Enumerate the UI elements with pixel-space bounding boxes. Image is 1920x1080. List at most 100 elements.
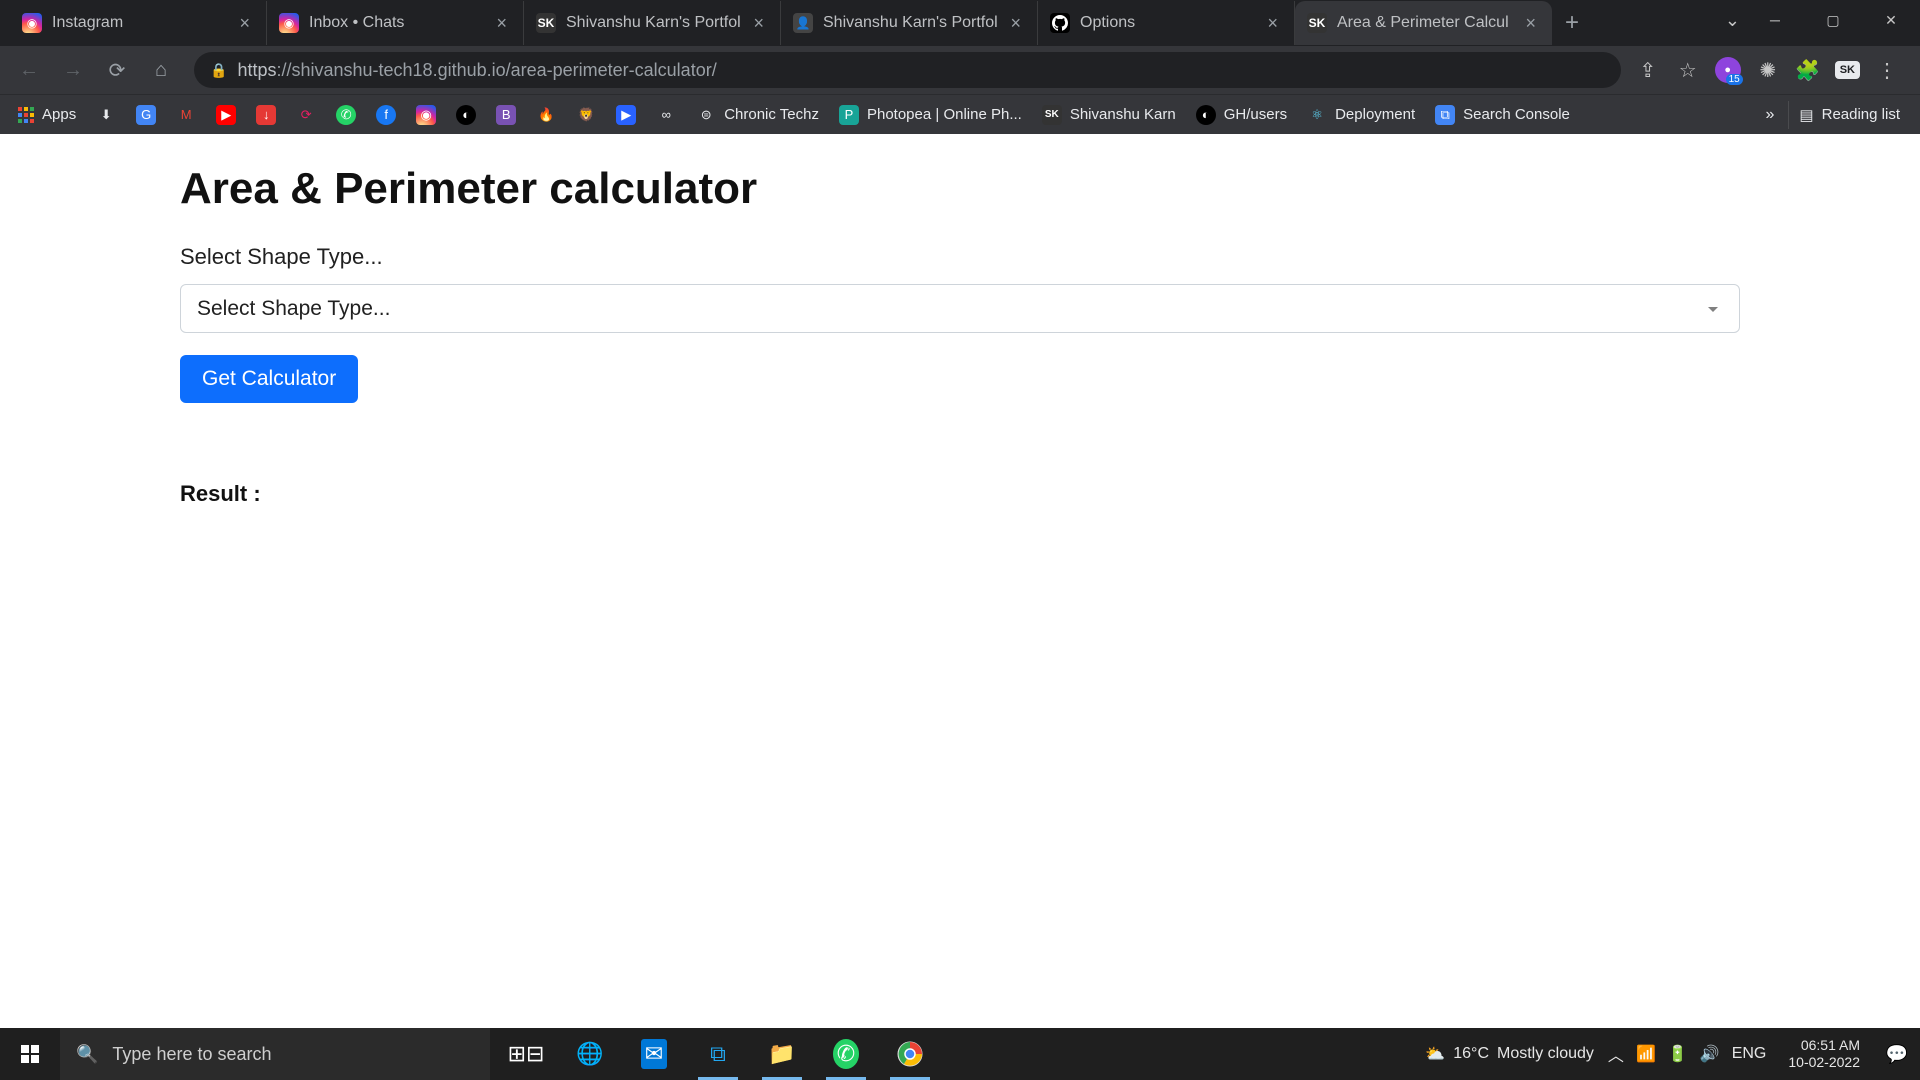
date: 10-02-2022 <box>1788 1054 1860 1071</box>
tab-portfolio-2[interactable]: 👤 Shivanshu Karn's Portfol × <box>781 1 1038 45</box>
bookmark-instagram[interactable]: ◉ <box>408 99 444 131</box>
brave-icon: 🦁 <box>576 105 596 125</box>
mail-app[interactable]: ✉ <box>626 1028 682 1080</box>
chrome-app[interactable] <box>882 1028 938 1080</box>
edge-app[interactable]: 🌐 <box>562 1028 618 1080</box>
battery-icon[interactable]: 🔋 <box>1668 1044 1688 1064</box>
bookmark-play[interactable]: ▶ <box>608 99 644 131</box>
page-content: Area & Perimeter calculator Select Shape… <box>0 134 1920 537</box>
tab-title: Shivanshu Karn's Portfol <box>566 14 749 32</box>
bookmark-photopea[interactable]: PPhotopea | Online Ph... <box>831 99 1030 131</box>
extensions-puzzle-icon[interactable]: 🧩 <box>1795 57 1821 83</box>
vscode-app[interactable]: ⧉ <box>690 1028 746 1080</box>
close-icon[interactable]: × <box>492 13 511 34</box>
get-calculator-button[interactable]: Get Calculator <box>180 355 358 403</box>
tab-title: Shivanshu Karn's Portfol <box>823 14 1006 32</box>
bookmark-red[interactable]: ↓ <box>248 99 284 131</box>
tab-search-button[interactable]: ⌄ <box>1725 10 1740 31</box>
bookmark-download[interactable]: ⬇ <box>88 99 124 131</box>
weather-widget[interactable]: ⛅ 16°C Mostly cloudy <box>1425 1044 1594 1064</box>
bookmark-gmail[interactable]: M <box>168 99 204 131</box>
home-button[interactable]: ⌂ <box>142 51 180 89</box>
minimize-button[interactable]: ─ <box>1746 0 1804 40</box>
close-icon[interactable]: × <box>1006 13 1025 34</box>
url-input[interactable]: 🔒 https://shivanshu-tech18.github.io/are… <box>194 52 1621 88</box>
share-icon[interactable]: ⇪ <box>1635 57 1661 83</box>
bookmark-deployment[interactable]: ⚛Deployment <box>1299 99 1423 131</box>
explorer-app[interactable]: 📁 <box>754 1028 810 1080</box>
start-button[interactable] <box>0 1028 60 1080</box>
window-controls: ─ ▢ ✕ <box>1746 0 1920 40</box>
tab-inbox[interactable]: ◉ Inbox • Chats × <box>267 1 524 45</box>
bookmark-ghusers[interactable]: ◐GH/users <box>1188 99 1295 131</box>
reload-button[interactable]: ⟳ <box>98 51 136 89</box>
bm-label: Chronic Techz <box>724 106 819 123</box>
bookmark-github[interactable]: ◐ <box>448 99 484 131</box>
volume-icon[interactable]: 🔊 <box>1700 1044 1720 1064</box>
tab-title: Instagram <box>52 14 235 32</box>
close-icon[interactable]: × <box>1521 13 1540 34</box>
bookmark-youtube[interactable]: ▶ <box>208 99 244 131</box>
task-view-button[interactable]: ⊞⊟ <box>498 1028 554 1080</box>
sk-icon: SK <box>1307 13 1327 33</box>
tab-calculator[interactable]: SK Area & Perimeter Calcul × <box>1295 1 1552 45</box>
bookmark-star-icon[interactable]: ☆ <box>1675 57 1701 83</box>
bootstrap-icon: B <box>496 105 516 125</box>
url-protocol: https <box>237 60 276 81</box>
bookmark-translate[interactable]: G <box>128 99 164 131</box>
apps-button[interactable]: Apps <box>10 99 84 131</box>
action-center-button[interactable]: 💬 <box>1882 1044 1912 1065</box>
apps-grid-icon <box>18 107 34 123</box>
toolbar-right: ⇪ ☆ ●15 ✺ 🧩 SK ⋮ <box>1635 57 1910 83</box>
bookmarks-overflow[interactable]: » <box>1756 106 1785 124</box>
lock-icon: 🔒 <box>210 62 227 79</box>
reading-list-button[interactable]: ▤Reading list <box>1788 101 1910 129</box>
extension-badge[interactable]: ●15 <box>1715 57 1741 83</box>
bookmark-shivanshu[interactable]: SKShivanshu Karn <box>1034 99 1184 131</box>
photopea-icon: P <box>839 105 859 125</box>
tray-overflow-icon[interactable]: ︿ <box>1608 1042 1624 1066</box>
close-icon[interactable]: × <box>1263 13 1282 34</box>
bookmark-whatsapp[interactable]: ✆ <box>328 99 364 131</box>
search-icon: 🔍 <box>76 1044 98 1065</box>
tab-portfolio-1[interactable]: SK Shivanshu Karn's Portfol × <box>524 1 781 45</box>
bookmark-spiral[interactable]: ⟳ <box>288 99 324 131</box>
new-tab-button[interactable]: + <box>1552 9 1592 37</box>
close-icon[interactable]: × <box>235 13 254 34</box>
back-button[interactable]: ← <box>10 51 48 89</box>
shape-select[interactable]: Select Shape Type... <box>180 284 1740 333</box>
spiral-icon: ⟳ <box>296 105 316 125</box>
bookmark-facebook[interactable]: f <box>368 99 404 131</box>
address-bar: ← → ⟳ ⌂ 🔒 https://shivanshu-tech18.githu… <box>0 46 1920 94</box>
forward-button[interactable]: → <box>54 51 92 89</box>
instagram-icon: ◉ <box>279 13 299 33</box>
tab-instagram[interactable]: ◉ Instagram × <box>10 1 267 45</box>
taskbar-search[interactable]: 🔍 Type here to search <box>60 1028 490 1080</box>
github-icon: ◐ <box>1196 105 1216 125</box>
bookmark-chronictechz[interactable]: ⊜ Chronic Techz <box>688 99 827 131</box>
whatsapp-app[interactable]: ✆ <box>818 1028 874 1080</box>
wifi-icon[interactable]: 📶 <box>1636 1044 1656 1064</box>
close-window-button[interactable]: ✕ <box>1862 0 1920 40</box>
infinity-icon: ∞ <box>656 105 676 125</box>
bookmark-brave[interactable]: 🦁 <box>568 99 604 131</box>
profile-button[interactable]: SK <box>1835 61 1860 79</box>
translate-icon: G <box>136 105 156 125</box>
url-path: ://shivanshu-tech18.github.io/area-perim… <box>276 60 716 81</box>
clock[interactable]: 06:51 AM 10-02-2022 <box>1780 1037 1868 1071</box>
facebook-icon: f <box>376 105 396 125</box>
github-icon: ◐ <box>456 105 476 125</box>
bookmark-infinity[interactable]: ∞ <box>648 99 684 131</box>
close-icon[interactable]: × <box>749 13 768 34</box>
menu-icon[interactable]: ⋮ <box>1874 57 1900 83</box>
tab-options[interactable]: Options × <box>1038 1 1295 45</box>
bookmark-bootstrap[interactable]: B <box>488 99 524 131</box>
instagram-icon: ◉ <box>22 13 42 33</box>
extension-icon[interactable]: ✺ <box>1755 57 1781 83</box>
tab-title: Options <box>1080 14 1263 32</box>
maximize-button[interactable]: ▢ <box>1804 0 1862 40</box>
bookmark-firebase[interactable]: 🔥 <box>528 99 564 131</box>
disc-icon: ⊜ <box>696 105 716 125</box>
language-indicator[interactable]: ENG <box>1732 1045 1767 1063</box>
bookmark-searchconsole[interactable]: ⧉Search Console <box>1427 99 1578 131</box>
